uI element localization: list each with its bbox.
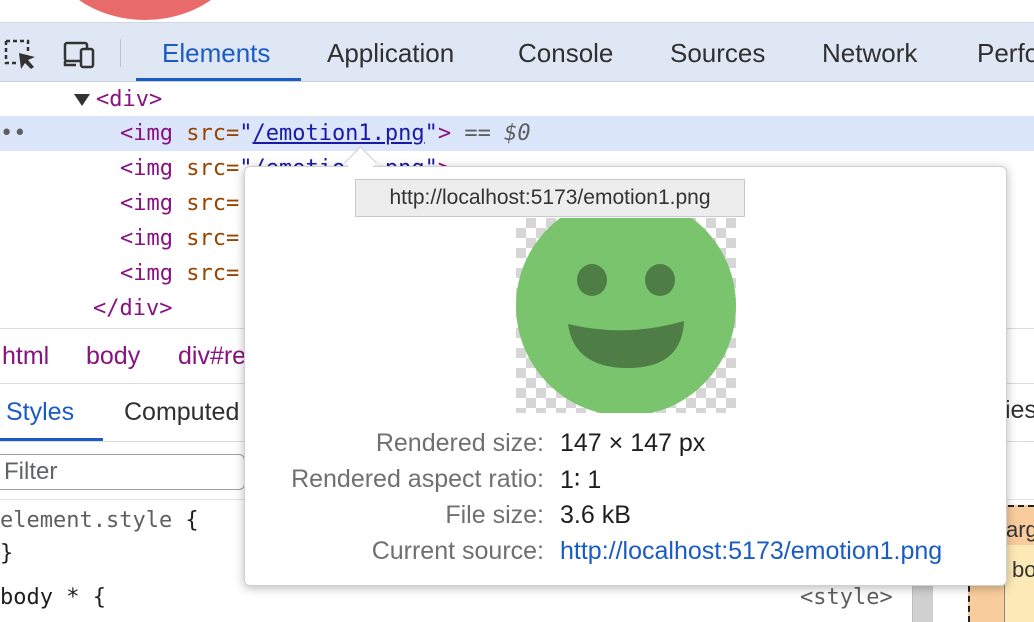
dom-tag: <img xyxy=(120,261,173,286)
styles-tab-indicator xyxy=(0,438,103,441)
inspect-element-icon[interactable] xyxy=(2,37,38,71)
smiley-left-eye xyxy=(577,264,607,296)
dom-var-ref: $0 xyxy=(504,121,531,146)
dom-tag: <img xyxy=(120,121,173,146)
tab-network[interactable]: Network xyxy=(822,23,917,81)
rule-brace: { xyxy=(172,508,199,533)
rendered-size-label: Rendered size: xyxy=(375,429,544,457)
current-source-label: Current source: xyxy=(371,537,544,565)
expand-triangle-icon[interactable] xyxy=(74,94,90,106)
tab-console[interactable]: Console xyxy=(518,23,613,81)
dom-tag: <img xyxy=(120,191,173,216)
dom-attr: src= xyxy=(172,121,240,146)
dom-node-img-selected[interactable]: •• <img src="/emotion1.png"> == $0 xyxy=(0,116,1034,151)
aspect-ratio-label: Rendered aspect ratio: xyxy=(291,465,544,493)
device-toolbar-icon[interactable] xyxy=(62,37,98,71)
url-tooltip: http://localhost:5173/emotion1.png xyxy=(355,179,745,217)
page-top-strip xyxy=(0,0,1034,22)
dom-quote: " xyxy=(424,121,438,146)
tab-computed[interactable]: Computed xyxy=(124,384,239,440)
active-tab-indicator xyxy=(136,78,301,81)
rendered-size-value: 147 × 147 px xyxy=(560,429,706,457)
page-red-shape xyxy=(40,0,250,20)
dom-node-div[interactable]: <div> xyxy=(0,82,1034,117)
breadcrumb-body[interactable]: body xyxy=(86,329,140,383)
dom-tag-close: > xyxy=(437,121,452,146)
smiley-right-eye xyxy=(645,264,675,296)
box-model-border-label: bo xyxy=(1012,557,1034,582)
smiley-face-circle xyxy=(516,218,736,413)
image-preview xyxy=(516,218,736,413)
toolbar-separator xyxy=(120,39,121,67)
dom-ellipsis-icon[interactable]: •• xyxy=(0,116,27,151)
file-size-value: 3.6 kB xyxy=(560,501,631,529)
dom-eq: == xyxy=(451,121,505,146)
current-source-link[interactable]: http://localhost:5173/emotion1.png xyxy=(560,537,942,566)
dom-div-open: <div> xyxy=(96,87,163,112)
dom-attr: src= xyxy=(172,226,240,251)
breadcrumb-html[interactable]: html xyxy=(2,329,49,383)
devtools-toolbar: Elements Application Console Sources Net… xyxy=(0,22,1034,82)
dom-src-link[interactable]: /emotion1.png xyxy=(252,121,424,146)
rule-selector: body * { xyxy=(0,585,106,610)
dom-attr: src= xyxy=(172,261,240,286)
box-model-margin-label: argi xyxy=(1006,517,1034,542)
style-rule-close: } xyxy=(0,537,13,571)
tab-performance[interactable]: Perfo xyxy=(977,23,1034,81)
dom-quote: " xyxy=(239,121,253,146)
breadcrumb-div[interactable]: div#re xyxy=(178,329,246,383)
dom-div-close: </div> xyxy=(93,296,173,321)
smiley-face-icon xyxy=(516,218,736,413)
tab-sources[interactable]: Sources xyxy=(670,23,765,81)
rule-brace: } xyxy=(0,541,14,566)
tab-application[interactable]: Application xyxy=(327,23,454,81)
style-source-link[interactable]: <style> xyxy=(800,581,893,615)
dom-tag: <img xyxy=(120,226,173,251)
tab-styles[interactable]: Styles xyxy=(6,384,74,440)
styles-filter-input[interactable]: Filter xyxy=(0,454,245,490)
rule-selector: element.style xyxy=(0,508,173,533)
aspect-ratio-value: 1∶ 1 xyxy=(560,466,602,494)
tab-elements[interactable]: Elements xyxy=(162,23,270,81)
dom-tag: <img xyxy=(120,156,173,181)
file-size-label: File size: xyxy=(445,501,544,529)
style-rule-element[interactable]: element.style { xyxy=(0,504,199,538)
dom-attr: src= xyxy=(172,156,240,181)
style-rule-body[interactable]: body * { xyxy=(0,581,106,615)
dom-attr: src= xyxy=(172,191,240,216)
